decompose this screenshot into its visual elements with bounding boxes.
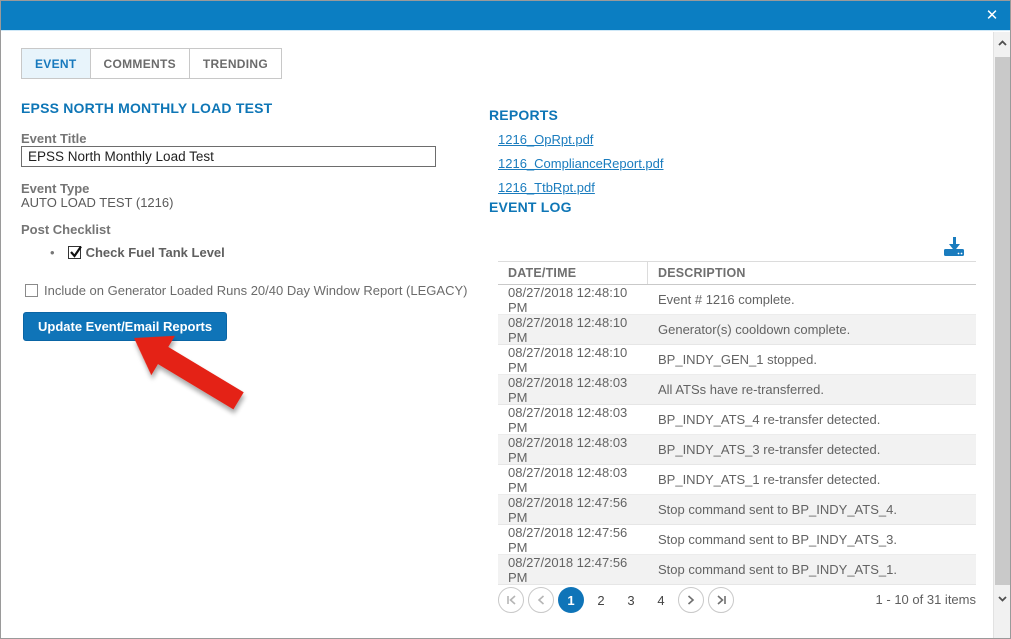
report-link-compliance[interactable]: 1216_ComplianceReport.pdf: [498, 156, 664, 171]
cell-description: BP_INDY_GEN_1 stopped.: [658, 352, 817, 367]
table-row: 08/27/2018 12:48:03 PM All ATSs have re-t…: [498, 375, 976, 405]
event-type-value: AUTO LOAD TEST (1216): [21, 195, 174, 210]
vertical-scrollbar[interactable]: [993, 32, 1010, 638]
fuel-tank-checkbox[interactable]: [67, 245, 82, 259]
cell-datetime: 08/27/2018 12:48:03 PM: [508, 374, 628, 405]
chevron-down-icon: [998, 596, 1007, 602]
pager: 1 2 3 4 1 - 10 of 31 items: [498, 585, 976, 615]
update-event-button[interactable]: Update Event/Email Reports: [23, 312, 228, 341]
cell-datetime: 08/27/2018 12:47:56 PM: [508, 494, 628, 525]
table-row: 08/27/2018 12:47:56 PM Stop command sent …: [498, 495, 976, 525]
dialog-titlebar: ✕: [1, 1, 1010, 31]
event-title-label: Event Title: [21, 131, 87, 146]
last-page-button[interactable]: [708, 587, 734, 613]
table-row: 08/27/2018 12:48:10 PM Generator(s) coold…: [498, 315, 976, 345]
page-number-3[interactable]: 3: [618, 587, 644, 613]
tab-comments[interactable]: COMMENTS: [89, 48, 190, 79]
checklist-item: • Check Fuel Tank Level: [50, 245, 225, 260]
event-log-body: 08/27/2018 12:48:10 PM Event # 1216 compl…: [498, 285, 976, 585]
pager-summary: 1 - 10 of 31 items: [875, 592, 976, 607]
cell-description: BP_INDY_ATS_4 re-transfer detected.: [658, 412, 881, 427]
scrollbar-thumb[interactable]: [995, 57, 1010, 585]
page-number-4[interactable]: 4: [648, 587, 674, 613]
checklist-item-label: Check Fuel Tank Level: [85, 245, 225, 260]
reports-section-title: REPORTS: [489, 107, 559, 123]
tab-event[interactable]: EVENT: [21, 48, 91, 79]
cell-datetime: 08/27/2018 12:47:56 PM: [508, 524, 628, 555]
first-page-icon: [506, 595, 516, 605]
cell-description: Event # 1216 complete.: [658, 292, 795, 307]
next-page-button[interactable]: [678, 587, 704, 613]
event-log-header-row: DATE/TIME DESCRIPTION: [498, 261, 976, 285]
event-log-section-title: EVENT LOG: [489, 199, 572, 215]
table-row: 08/27/2018 12:48:03 PM BP_INDY_ATS_3 re-t…: [498, 435, 976, 465]
cell-description: All ATSs have re-transferred.: [658, 382, 824, 397]
page-number-2[interactable]: 2: [588, 587, 614, 613]
table-row: 08/27/2018 12:47:56 PM Stop command sent …: [498, 555, 976, 585]
table-row: 08/27/2018 12:48:10 PM BP_INDY_GEN_1 stop…: [498, 345, 976, 375]
cell-datetime: 08/27/2018 12:48:03 PM: [508, 464, 628, 495]
page-number-1[interactable]: 1: [558, 587, 584, 613]
cell-description: Stop command sent to BP_INDY_ATS_4.: [658, 502, 897, 517]
cell-datetime: 08/27/2018 12:48:10 PM: [508, 284, 628, 315]
cell-description: Stop command sent to BP_INDY_ATS_3.: [658, 532, 897, 547]
scroll-up-button[interactable]: [994, 34, 1010, 56]
tab-trending[interactable]: TRENDING: [188, 48, 282, 79]
close-icon[interactable]: ✕: [980, 5, 1004, 27]
prev-page-icon: [537, 595, 545, 605]
chevron-up-icon: [998, 40, 1007, 46]
cell-description: Generator(s) cooldown complete.: [658, 322, 851, 337]
event-dialog: ✕ EVENT COMMENTS TRENDING EPSS NORTH MON…: [0, 0, 1011, 639]
post-checklist-label: Post Checklist: [21, 222, 111, 237]
scroll-down-button[interactable]: [994, 590, 1010, 612]
cell-description: BP_INDY_ATS_3 re-transfer detected.: [658, 442, 881, 457]
table-row: 08/27/2018 12:47:56 PM Stop command sent …: [498, 525, 976, 555]
report-link-ttbrpt[interactable]: 1216_TtbRpt.pdf: [498, 180, 595, 195]
last-page-icon: [716, 595, 726, 605]
first-page-button[interactable]: [498, 587, 524, 613]
column-header-datetime[interactable]: DATE/TIME: [498, 262, 648, 284]
cell-datetime: 08/27/2018 12:48:10 PM: [508, 344, 628, 375]
table-row: 08/27/2018 12:48:10 PM Event # 1216 compl…: [498, 285, 976, 315]
event-title-input[interactable]: [21, 146, 436, 167]
table-row: 08/27/2018 12:48:03 PM BP_INDY_ATS_1 re-t…: [498, 465, 976, 495]
cell-datetime: 08/27/2018 12:47:56 PM: [508, 554, 628, 585]
cell-datetime: 08/27/2018 12:48:03 PM: [508, 434, 628, 465]
column-header-description[interactable]: DESCRIPTION: [648, 266, 976, 280]
export-download-icon[interactable]: [942, 235, 966, 257]
next-page-icon: [687, 595, 695, 605]
checkmark-icon: [69, 245, 82, 258]
event-type-label: Event Type: [21, 181, 90, 196]
event-section-title: EPSS NORTH MONTHLY LOAD TEST: [21, 100, 273, 116]
cell-description: BP_INDY_ATS_1 re-transfer detected.: [658, 472, 881, 487]
report-link-oprpt[interactable]: 1216_OpRpt.pdf: [498, 132, 593, 147]
tabstrip: EVENT COMMENTS TRENDING: [21, 48, 282, 79]
cell-datetime: 08/27/2018 12:48:10 PM: [508, 314, 628, 345]
cell-datetime: 08/27/2018 12:48:03 PM: [508, 404, 628, 435]
event-log-table: DATE/TIME DESCRIPTION 08/27/2018 12:48:1…: [498, 261, 976, 585]
legacy-report-checkbox[interactable]: [25, 284, 38, 297]
prev-page-button[interactable]: [528, 587, 554, 613]
legacy-report-label: Include on Generator Loaded Runs 20/40 D…: [44, 283, 468, 298]
cell-description: Stop command sent to BP_INDY_ATS_1.: [658, 562, 897, 577]
table-row: 08/27/2018 12:48:03 PM BP_INDY_ATS_4 re-t…: [498, 405, 976, 435]
bullet: •: [50, 245, 55, 260]
legacy-report-row: Include on Generator Loaded Runs 20/40 D…: [25, 283, 467, 298]
